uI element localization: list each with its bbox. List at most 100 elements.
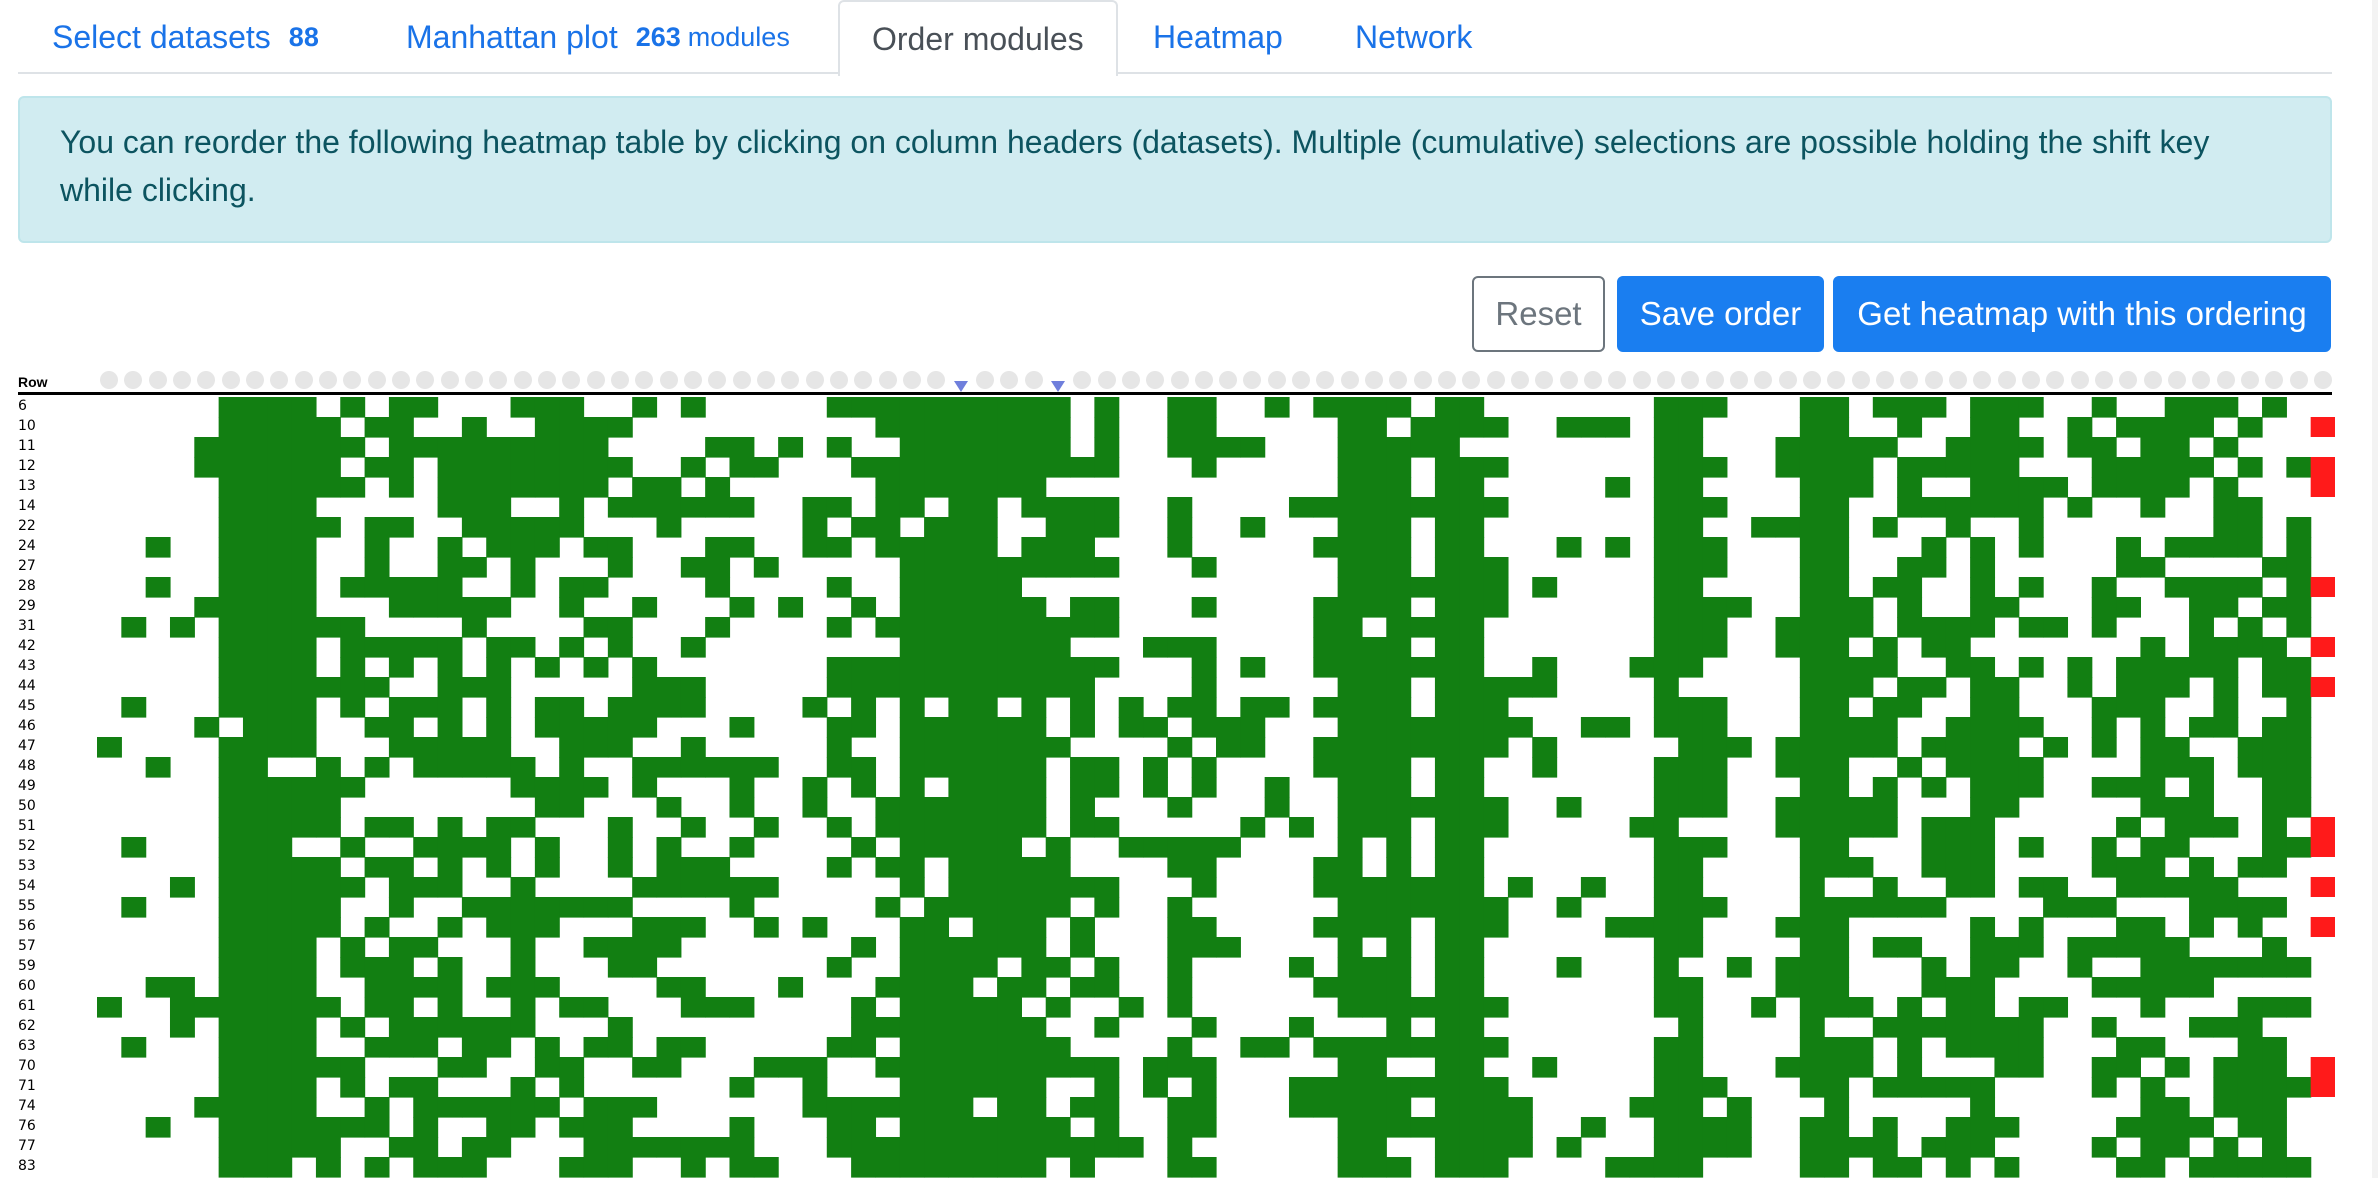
column-sort-handle[interactable] (2216, 371, 2235, 389)
tab-manhattan-plot[interactable]: Manhattan plot 263 modules (406, 0, 790, 74)
column-sort-handle[interactable] (173, 371, 192, 389)
column-sort-handle[interactable] (246, 371, 265, 389)
column-sort-handle[interactable] (538, 371, 557, 389)
column-sort-handle[interactable] (392, 371, 411, 389)
column-sort-handle[interactable] (1511, 371, 1530, 389)
column-sort-handle[interactable] (1632, 371, 1651, 389)
column-sort-handle[interactable] (1486, 371, 1505, 389)
column-sort-handle[interactable] (2143, 371, 2162, 389)
column-sort-handle[interactable] (2289, 371, 2308, 389)
column-sort-handle[interactable] (367, 371, 386, 389)
column-sort-handle[interactable] (732, 371, 751, 389)
column-sort-handle[interactable] (975, 371, 994, 389)
column-sort-handle[interactable] (708, 371, 727, 389)
column-sort-handle[interactable] (611, 371, 629, 389)
column-sort-handle[interactable] (2313, 371, 2332, 389)
column-sort-handle[interactable] (1000, 371, 1019, 389)
column-sort-handle[interactable] (124, 371, 143, 389)
column-sort-handle[interactable] (1705, 371, 1724, 389)
column-sort-handle[interactable] (2192, 371, 2211, 389)
column-sort-handle[interactable] (221, 371, 240, 389)
column-sort-handle[interactable] (805, 371, 824, 389)
tab-heatmap[interactable]: Heatmap (1153, 0, 1283, 74)
column-sort-handle[interactable] (1024, 371, 1043, 389)
column-sort-handle[interactable] (270, 371, 289, 389)
column-sort-handle[interactable] (1194, 371, 1213, 389)
column-sort-handle[interactable] (854, 371, 873, 389)
save-order-button[interactable]: Save order (1617, 276, 1824, 352)
column-sort-handle[interactable] (2070, 371, 2089, 389)
column-sort-handle[interactable] (489, 371, 508, 389)
column-sort-handle[interactable] (1924, 371, 1943, 389)
column-sort-handle[interactable] (1073, 371, 1092, 389)
column-sort-handle[interactable] (1316, 371, 1335, 389)
column-sort-handle[interactable] (513, 371, 532, 389)
tab-network[interactable]: Network (1355, 0, 1472, 74)
column-sort-handle[interactable] (586, 371, 605, 389)
column-sort-handle[interactable] (2021, 371, 2040, 389)
column-sort-handle[interactable] (1438, 371, 1457, 389)
column-sort-handle[interactable] (2167, 371, 2186, 389)
column-sort-handle[interactable] (2094, 371, 2113, 389)
column-sort-handle[interactable] (1365, 371, 1384, 389)
column-sort-handle[interactable] (148, 371, 167, 389)
column-sort-handle[interactable] (1608, 371, 1627, 389)
column-sort-handle[interactable] (1413, 371, 1432, 389)
column-sort-handle[interactable] (756, 371, 775, 389)
get-heatmap-button[interactable]: Get heatmap with this ordering (1833, 276, 2331, 352)
column-sort-handle[interactable] (1146, 371, 1165, 389)
tab-order-modules[interactable]: Order modules (838, 0, 1118, 76)
column-sort-handle[interactable] (927, 371, 946, 389)
column-sort-handle[interactable] (781, 371, 800, 389)
column-sort-handle[interactable] (1097, 371, 1116, 389)
column-sort-handle[interactable] (1778, 371, 1797, 389)
column-sort-handle[interactable] (343, 371, 362, 389)
column-sort-handle[interactable] (100, 371, 119, 389)
column-sort-handle[interactable] (2119, 371, 2138, 389)
column-sort-handle[interactable] (1875, 371, 1894, 389)
column-sort-handle[interactable] (197, 371, 216, 389)
column-sort-handle[interactable] (659, 371, 678, 389)
column-sort-handle[interactable] (1559, 371, 1578, 389)
column-sort-handle[interactable] (1340, 371, 1359, 389)
column-sort-handle[interactable] (465, 371, 484, 389)
column-sort-handle[interactable] (683, 371, 702, 389)
column-sort-handle[interactable] (829, 371, 848, 389)
column-sort-handle[interactable] (1973, 371, 1992, 389)
column-sort-handle[interactable] (1462, 371, 1481, 389)
column-sort-handle[interactable] (562, 371, 581, 389)
column-sort-handle[interactable] (1851, 371, 1870, 389)
column-sort-handle[interactable] (1267, 371, 1286, 389)
column-sort-handle[interactable] (1900, 371, 1919, 389)
column-sort-handle[interactable] (1681, 371, 1700, 389)
column-sort-handle[interactable] (1389, 371, 1408, 389)
column-sort-handle[interactable] (1292, 371, 1311, 389)
column-sort-handle[interactable] (1754, 371, 1773, 389)
column-sort-handle[interactable] (1584, 371, 1603, 389)
column-sort-handle[interactable] (1730, 371, 1748, 389)
column-sort-handle[interactable] (1535, 371, 1554, 389)
column-sort-handle[interactable] (902, 371, 921, 389)
column-sort-handle[interactable] (1802, 371, 1821, 389)
column-sort-handle[interactable] (294, 371, 313, 389)
column-sort-handle[interactable] (878, 371, 897, 389)
column-sort-handle[interactable] (416, 371, 435, 389)
column-sort-arrow[interactable] (1050, 381, 1065, 392)
column-sort-handle[interactable] (635, 371, 654, 389)
column-sort-handle[interactable] (2240, 371, 2259, 389)
column-sort-handle[interactable] (1948, 371, 1967, 389)
page-scrollbar[interactable] (2372, 0, 2378, 1178)
reset-button[interactable]: Reset (1472, 276, 1605, 352)
column-sort-handle[interactable] (1657, 371, 1676, 389)
column-sort-handle[interactable] (1243, 371, 1262, 389)
column-sort-handle[interactable] (2046, 371, 2065, 389)
column-sort-handle[interactable] (1997, 371, 2016, 389)
column-sort-handle[interactable] (2265, 371, 2284, 389)
tab-select-datasets[interactable]: Select datasets 88 (52, 0, 319, 74)
column-sort-handle[interactable] (1827, 371, 1846, 389)
column-sort-handle[interactable] (319, 371, 338, 389)
column-sort-arrow[interactable] (953, 381, 968, 392)
column-sort-handle[interactable] (1121, 371, 1140, 389)
column-sort-handle[interactable] (1170, 371, 1189, 389)
column-sort-handle[interactable] (1219, 371, 1238, 389)
